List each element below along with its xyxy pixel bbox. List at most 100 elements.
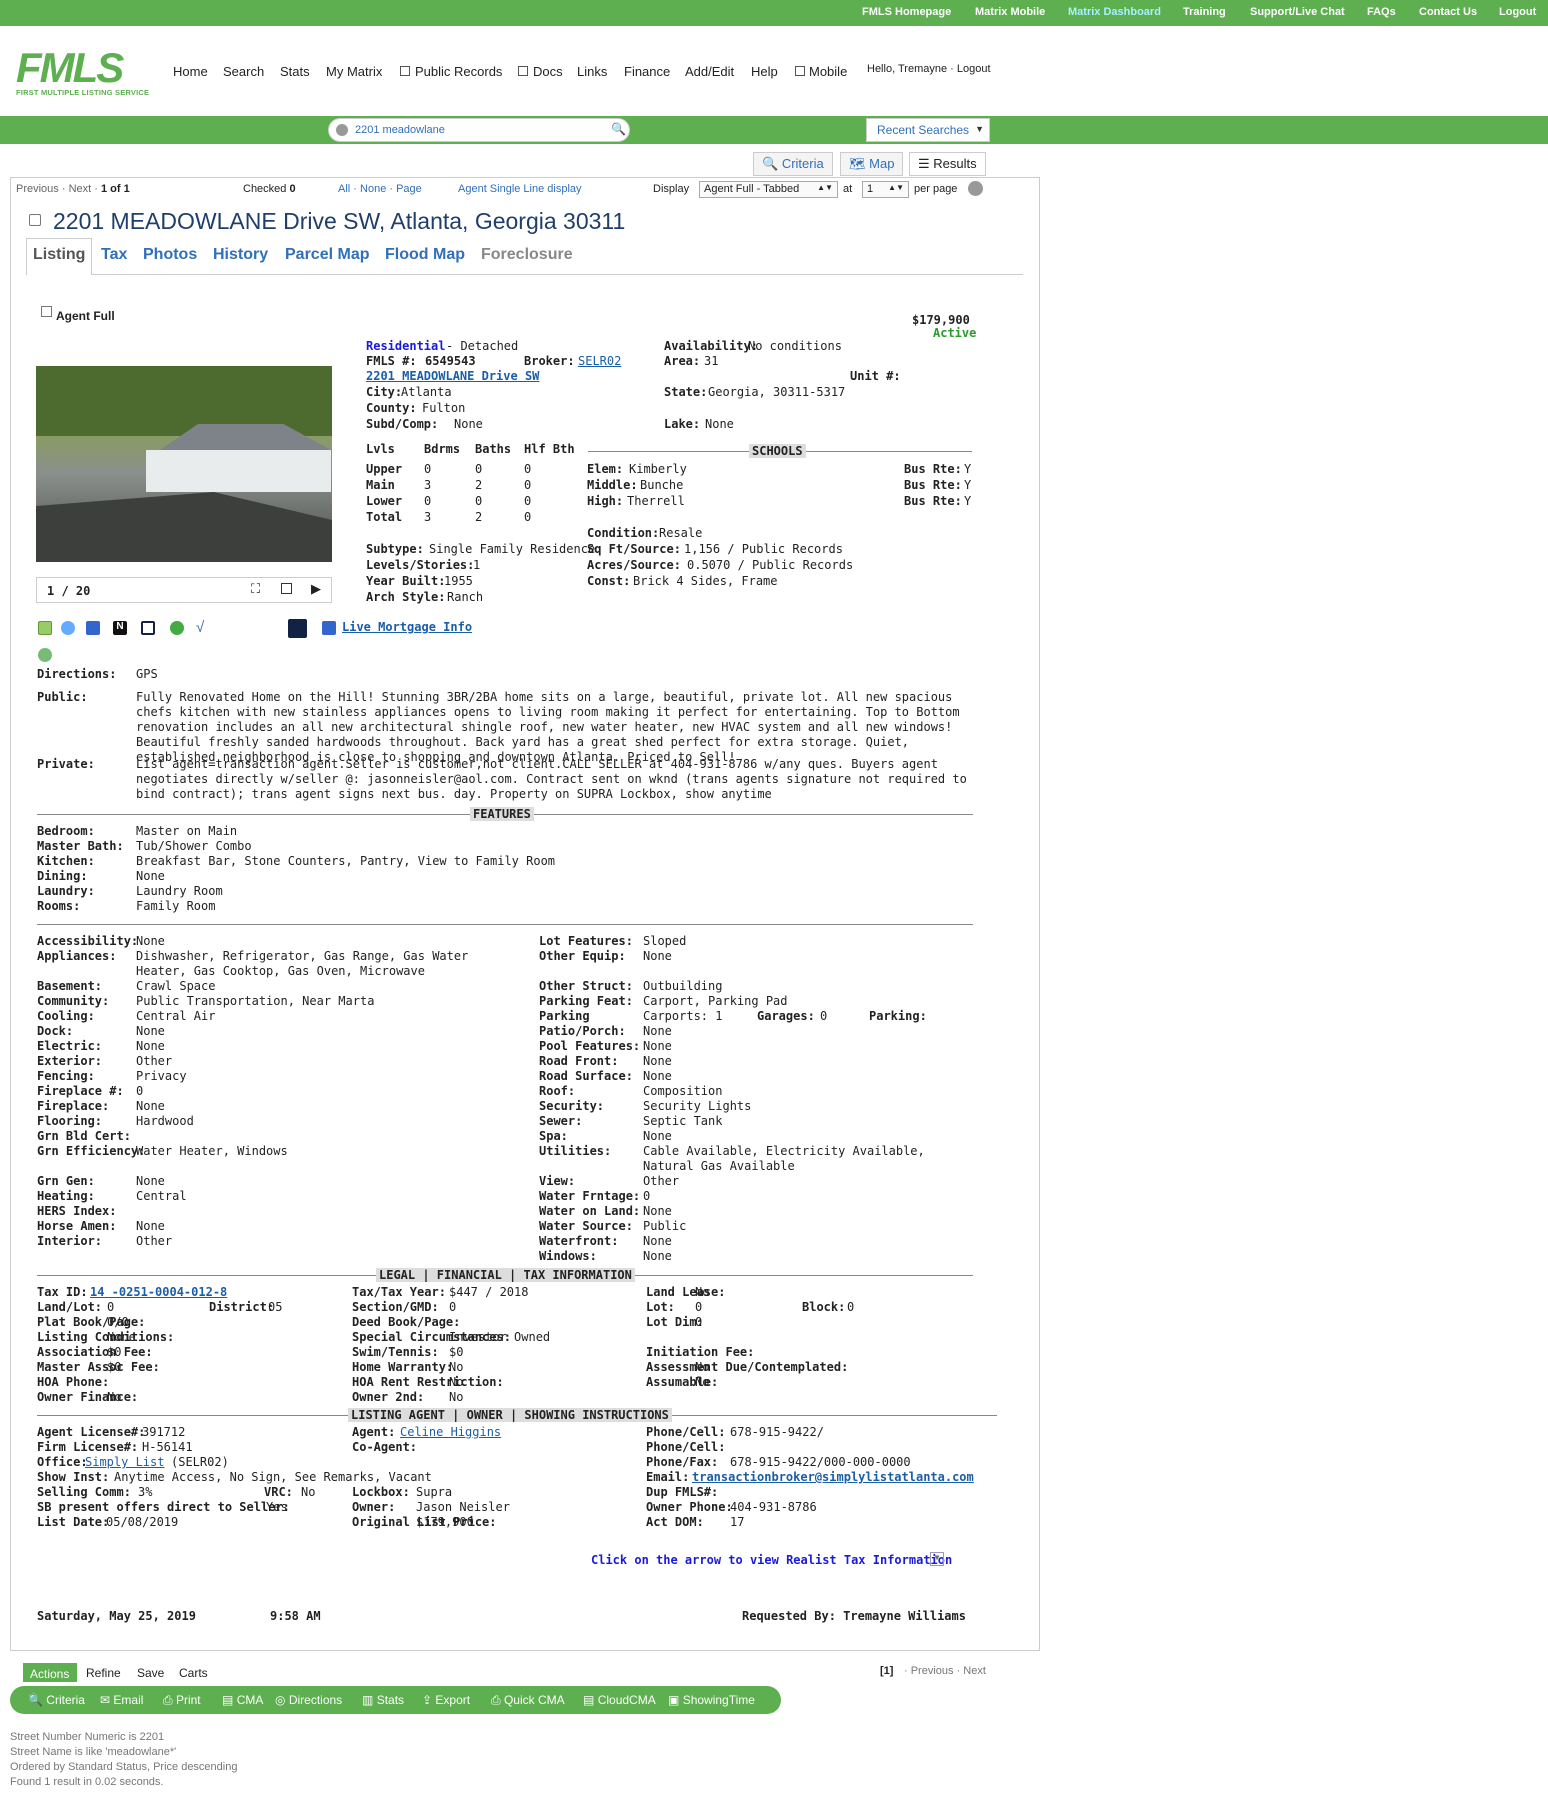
tab-criteria[interactable]: 🔍 Criteria [753,152,833,176]
print-button[interactable]: ⎙ Print [163,1693,201,1708]
tab-parcel-map[interactable]: Parcel Map [285,246,369,264]
nav-stats[interactable]: Stats [280,64,310,79]
stats-icon[interactable] [38,648,52,662]
topnav-training[interactable]: Training [1183,6,1226,18]
featR-value: None [643,1069,672,1083]
featR-label: Patio/Porch: [539,1024,626,1038]
topnav-matrix-mobile[interactable]: Matrix Mobile [975,6,1045,18]
nav-docs[interactable]: Docs [533,64,563,79]
tab-history[interactable]: History [213,246,268,264]
search-input[interactable]: 2201 meadowlane [355,124,445,136]
quick-search[interactable]: 2201 meadowlane 🔍 [328,118,630,142]
criteria-button[interactable]: 🔍 Criteria [28,1693,85,1707]
print-icon: ⎙ [491,1693,501,1707]
block-value: 0 [847,1300,855,1314]
school-label: Middle: [587,478,638,492]
office-link[interactable]: Simply List [85,1455,164,1469]
nav-my-matrix[interactable]: My Matrix [326,64,382,79]
street-link[interactable]: 2201 MEADOWLANE Drive SW [366,369,539,383]
showingtime-button[interactable]: ▣ ShowingTime [668,1693,755,1707]
carts-link[interactable]: Carts [179,1666,208,1680]
popup-icon[interactable] [281,583,292,594]
taxid-link[interactable]: 14 -0251-0004-012-8 [90,1285,227,1299]
nav-search[interactable]: Search [223,64,264,79]
select-all-link[interactable]: All [338,183,350,195]
tab-photos[interactable]: Photos [143,246,197,264]
featR-label: Parking Feat: [539,994,633,1008]
save-link[interactable]: Save [137,1666,164,1680]
broker-link[interactable]: SELR02 [578,354,621,368]
email-button[interactable]: ✉ Email [100,1693,143,1707]
sb-label: SB present offers direct to Seller: [37,1500,290,1514]
rooms-header-lvls: Lvls [366,442,395,456]
cma-button[interactable]: ▤ CMA [222,1693,263,1707]
clock-icon[interactable] [61,621,75,635]
topnav-matrix-dashboard[interactable]: Matrix Dashboard [1068,6,1161,18]
bottom-nav[interactable]: · Previous · Next [904,1665,986,1677]
search-icon[interactable]: 🔍 [611,122,626,136]
chevron-down-icon[interactable]: ▼ [930,1552,944,1566]
nav-links[interactable]: Links [577,64,607,79]
property-photo[interactable] [36,366,332,562]
availability-label: Availability: [664,339,758,353]
nav-help[interactable]: Help [751,64,778,79]
walkscore-icon[interactable]: √ [196,619,204,636]
tab-listing[interactable]: Listing [33,246,85,264]
display-select[interactable]: Agent Full - Tabbed ▲▼ [699,181,838,198]
listing-checkbox[interactable] [29,214,41,226]
agent-link[interactable]: Celine Higgins [400,1425,501,1439]
nav-finance[interactable]: Finance [624,64,670,79]
tab-foreclosure[interactable]: Foreclosure [481,246,573,264]
nav-add-edit[interactable]: Add/Edit [685,64,734,79]
legalB-value: $447 / 2018 [449,1285,529,1299]
realist-link[interactable]: Click on the arrow to view Realist Tax I… [591,1553,952,1567]
refine-link[interactable]: Refine [86,1666,121,1680]
prev-next-links[interactable]: Previous · Next · [16,183,98,195]
tab-map[interactable]: 🗺 Map [840,152,904,176]
globe-icon[interactable] [170,621,184,635]
map-icon[interactable] [38,621,52,635]
fullscreen-icon[interactable]: ⛶ [251,581,260,597]
at-select[interactable]: 1 ▲▼ [862,181,909,198]
fmls-logo[interactable]: FMLS FIRST MULTIPLE LISTING SERVICE [16,47,161,98]
bus-label: Bus Rte: [904,462,962,476]
garages-label: Garages: [757,1009,815,1023]
export-button[interactable]: ⇪ Export [422,1693,470,1707]
select-none-link[interactable]: None [360,183,386,195]
listing-address-title: 2201 MEADOWLANE Drive SW, Atlanta, Georg… [53,208,626,234]
cloudcma-button[interactable]: ▤ CloudCMA [583,1693,656,1707]
neighborhood-icon[interactable]: N [113,621,127,635]
directions-button[interactable]: ◎ Directions [275,1693,342,1707]
user-greeting[interactable]: Hello, Tremayne · Logout [867,63,991,75]
topnav-support[interactable]: Support/Live Chat [1250,6,1345,18]
topnav-contact[interactable]: Contact Us [1419,6,1477,18]
nav-home[interactable]: Home [173,64,208,79]
nav-mobile[interactable]: Mobile [809,64,847,79]
tab-tax[interactable]: Tax [101,246,127,264]
search-icon: 🔍 [28,1693,43,1707]
select-page-link[interactable]: Page [396,183,422,195]
legalB-label: HOA Rent Restriction: [352,1375,504,1389]
stats-button[interactable]: ▥ Stats [362,1693,404,1707]
at-select-value: 1 [867,183,874,195]
gear-icon[interactable] [968,181,983,196]
topnav-logout[interactable]: Logout [1499,6,1536,18]
print-icon: ⎙ [163,1693,173,1707]
email-link[interactable]: transactionbroker@simplylistatlanta.com [692,1470,974,1484]
topnav-faqs[interactable]: FAQs [1367,6,1396,18]
bank-icon[interactable] [86,621,100,635]
virtual-tour-icon[interactable] [288,619,307,638]
tab-results[interactable]: ☰ Results [909,152,986,176]
recent-searches-dropdown[interactable]: Recent Searches ▼ [866,118,990,142]
private-remarks: List agent=transaction agent.Seller is c… [136,757,967,801]
nav-public-records[interactable]: Public Records [415,64,502,79]
live-mortgage-link[interactable]: Live Mortgage Info [342,620,472,634]
quick-cma-button[interactable]: ⎙ Quick CMA [491,1693,565,1708]
next-arrow-icon[interactable]: ▶ [311,581,321,597]
legalC-label: Land Lease: [646,1285,726,1299]
topnav-fmls-homepage[interactable]: FMLS Homepage [862,6,951,18]
home-icon[interactable] [141,621,155,635]
single-line-link[interactable]: Agent Single Line display [458,183,582,195]
tab-flood-map[interactable]: Flood Map [385,246,465,264]
agent-full-checkbox[interactable] [41,306,52,317]
